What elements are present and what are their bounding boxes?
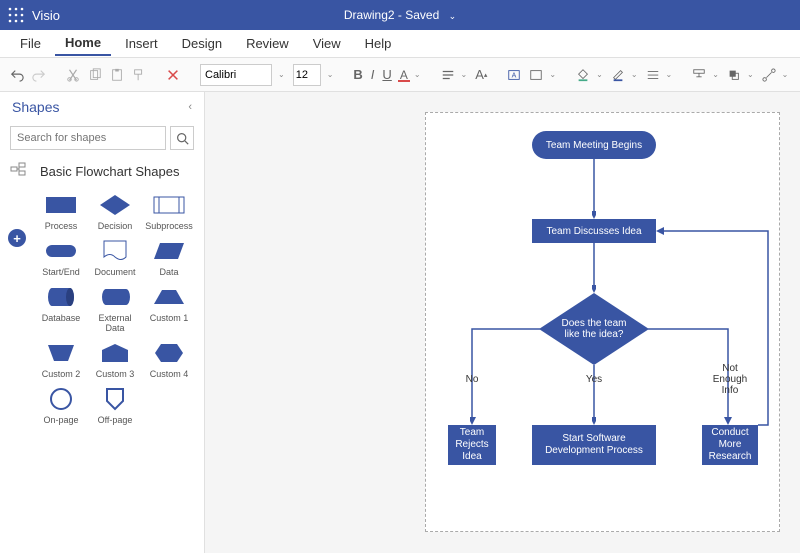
document-title-text: Drawing2 - Saved [344, 8, 439, 22]
shape-custom-1[interactable]: Custom 1 [144, 285, 194, 333]
drawing-page[interactable]: Team Meeting Begins Team Discusses Idea … [425, 112, 780, 532]
app-launcher-icon[interactable] [8, 7, 24, 23]
shape-start-end[interactable]: Start/End [36, 239, 86, 277]
increase-size-button[interactable]: A▴ [475, 65, 487, 85]
line-color-button[interactable] [611, 65, 625, 85]
search-shapes-input[interactable] [10, 126, 166, 150]
menu-review[interactable]: Review [236, 32, 299, 55]
branch-label-no: No [462, 374, 482, 385]
shape-custom-4[interactable]: Custom 4 [144, 341, 194, 379]
svg-text:A: A [512, 72, 517, 79]
shape-on-page[interactable]: On-page [36, 387, 86, 425]
copy-button[interactable] [88, 65, 102, 85]
underline-button[interactable]: U [382, 65, 391, 85]
titlebar: Visio Drawing2 - Saved ⌄ [0, 0, 800, 30]
delete-button[interactable] [166, 65, 180, 85]
shape-style-button[interactable] [529, 65, 543, 85]
font-size-select[interactable] [293, 64, 321, 86]
menu-help[interactable]: Help [355, 32, 402, 55]
chevron-down-icon: ⌄ [461, 70, 468, 79]
menu-design[interactable]: Design [172, 32, 232, 55]
shape-custom-3[interactable]: Custom 3 [90, 341, 140, 379]
chevron-down-icon: ⌄ [712, 70, 719, 79]
menu-view[interactable]: View [303, 32, 351, 55]
connector-button[interactable] [762, 65, 776, 85]
flowchart-node-research[interactable]: Conduct More Research [702, 425, 758, 465]
app-name: Visio [32, 8, 60, 23]
shape-data[interactable]: Data [144, 239, 194, 277]
undo-button[interactable] [10, 65, 24, 85]
chevron-down-icon: ⌄ [782, 70, 789, 79]
flowchart-node-start[interactable]: Team Meeting Begins [532, 131, 656, 159]
stencil-header[interactable]: Basic Flowchart Shapes [0, 158, 204, 189]
collapse-sidebar-button[interactable]: ‹ [188, 101, 192, 113]
bold-button[interactable]: B [353, 65, 362, 85]
menu-home[interactable]: Home [55, 31, 111, 56]
paste-button[interactable] [110, 65, 124, 85]
italic-button[interactable]: I [371, 65, 375, 85]
fill-color-button[interactable] [576, 65, 590, 85]
arrange-button[interactable] [692, 65, 706, 85]
format-painter-button[interactable] [132, 65, 146, 85]
stencil-title: Basic Flowchart Shapes [40, 164, 179, 179]
toolbar: ⌄ ⌄ B I U A⌄ ⌄ A▴ A ⌄ ⌄ ⌄ ⌄ ⌄ ⌄ ⌄ ⌄ ⌄ [0, 58, 800, 92]
flowchart-node-reject[interactable]: Team Rejects Idea [448, 425, 496, 465]
canvas[interactable]: Team Meeting Begins Team Discusses Idea … [205, 92, 800, 553]
shape-off-page[interactable]: Off-page [90, 387, 140, 425]
menu-insert[interactable]: Insert [115, 32, 168, 55]
shape-process[interactable]: Process [36, 193, 86, 231]
font-family-select[interactable] [200, 64, 272, 86]
flowchart-node-start-dev[interactable]: Start Software Development Process [532, 425, 656, 465]
shapes-panel-header: Shapes ‹ [0, 92, 204, 122]
font-color-button[interactable]: A [400, 65, 408, 85]
chevron-down-icon: ⌄ [449, 11, 457, 21]
shape-subprocess[interactable]: Subprocess [144, 193, 194, 231]
shapes-gallery: Process Decision Subprocess Start/End Do… [0, 189, 204, 429]
shape-custom-2[interactable]: Custom 2 [36, 341, 86, 379]
search-icon [176, 132, 189, 145]
chevron-down-icon: ⌄ [278, 70, 285, 79]
chevron-down-icon: ⌄ [596, 70, 603, 79]
chevron-down-icon: ⌄ [414, 70, 421, 79]
bring-front-button[interactable] [727, 65, 741, 85]
align-button[interactable] [441, 65, 455, 85]
cut-button[interactable] [66, 65, 80, 85]
branch-label-yes: Yes [584, 374, 604, 385]
chevron-down-icon: ⌄ [327, 70, 334, 79]
shapes-title: Shapes [12, 99, 59, 115]
chevron-down-icon: ⌄ [631, 70, 638, 79]
shape-decision[interactable]: Decision [90, 193, 140, 231]
flowchart-node-decision[interactable]: Does the team like the idea? [539, 293, 649, 365]
menubar: File Home Insert Design Review View Help [0, 30, 800, 58]
shape-document[interactable]: Document [90, 239, 140, 277]
stencil-icon [10, 162, 26, 178]
shape-database[interactable]: Database [36, 285, 86, 333]
text-box-button[interactable]: A [507, 65, 521, 85]
chevron-down-icon: ⌄ [747, 70, 754, 79]
document-title[interactable]: Drawing2 - Saved ⌄ [344, 8, 456, 22]
search-button[interactable] [170, 126, 194, 150]
chevron-down-icon: ⌄ [666, 70, 673, 79]
shape-external-data[interactable]: External Data [90, 285, 140, 333]
flowchart-node-discuss[interactable]: Team Discusses Idea [532, 219, 656, 243]
menu-file[interactable]: File [10, 32, 51, 55]
line-weight-button[interactable] [646, 65, 660, 85]
shapes-sidebar: Shapes ‹ Basic Flowchart Shapes + Proces… [0, 92, 205, 553]
chevron-down-icon: ⌄ [549, 70, 556, 79]
redo-button[interactable] [32, 65, 46, 85]
